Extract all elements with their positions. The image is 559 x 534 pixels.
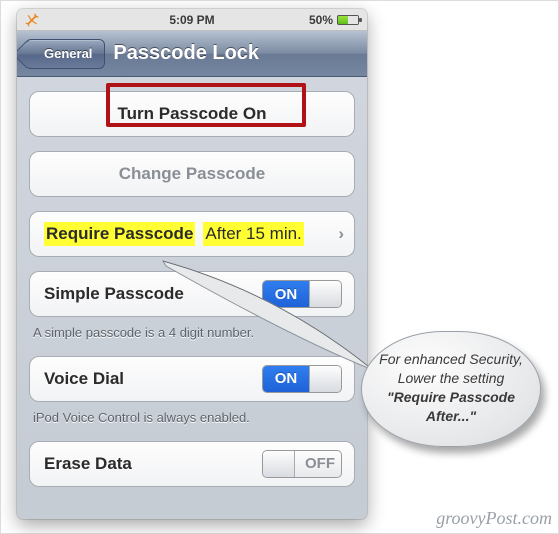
change-passcode-cell[interactable]: Change Passcode [29, 151, 355, 197]
toggle-on-label: ON [263, 281, 309, 307]
nav-bar: General Passcode Lock [17, 31, 367, 77]
simple-passcode-label: Simple Passcode [44, 284, 184, 304]
phone-frame: 5:09 PM 50% General Passcode Lock Turn P… [17, 9, 367, 519]
voice-dial-cell: Voice Dial ON [29, 356, 355, 402]
back-button[interactable]: General [25, 39, 105, 69]
voice-dial-note: iPod Voice Control is always enabled. [33, 410, 351, 427]
status-bar: 5:09 PM 50% [17, 9, 367, 31]
erase-data-label: Erase Data [44, 454, 132, 474]
toggle-knob [309, 281, 341, 307]
settings-list: Turn Passcode On Change Passcode Require… [17, 77, 367, 487]
simple-passcode-note: A simple passcode is a 4 digit number. [33, 325, 351, 342]
simple-passcode-cell: Simple Passcode ON [29, 271, 355, 317]
battery-icon [337, 15, 359, 25]
voice-dial-label: Voice Dial [44, 369, 124, 389]
require-passcode-value: After 15 min. [203, 222, 303, 246]
toggle-off-label: OFF [295, 451, 341, 477]
turn-passcode-on-cell[interactable]: Turn Passcode On [29, 91, 355, 137]
turn-passcode-on-label: Turn Passcode On [118, 104, 267, 124]
chevron-right-icon: › [338, 224, 344, 244]
erase-data-toggle[interactable]: OFF [262, 450, 342, 478]
change-passcode-label: Change Passcode [119, 164, 265, 184]
callout-text: For enhanced Security, Lower the setting [379, 351, 523, 386]
require-passcode-label: Require Passcode [44, 222, 195, 246]
back-button-label: General [44, 46, 92, 61]
watermark: groovyPost.com [436, 508, 552, 529]
toggle-knob [309, 366, 341, 392]
callout-quote: "Require Passcode After..." [387, 389, 515, 424]
simple-passcode-toggle[interactable]: ON [262, 280, 342, 308]
nav-title: Passcode Lock [113, 42, 259, 65]
battery-percent: 50% [309, 13, 333, 27]
voice-dial-toggle[interactable]: ON [262, 365, 342, 393]
erase-data-cell: Erase Data OFF [29, 441, 355, 487]
require-passcode-cell[interactable]: Require Passcode After 15 min. › [29, 211, 355, 257]
toggle-knob [263, 451, 295, 477]
toggle-on-label: ON [263, 366, 309, 392]
annotation-callout: For enhanced Security, Lower the setting… [361, 331, 541, 447]
